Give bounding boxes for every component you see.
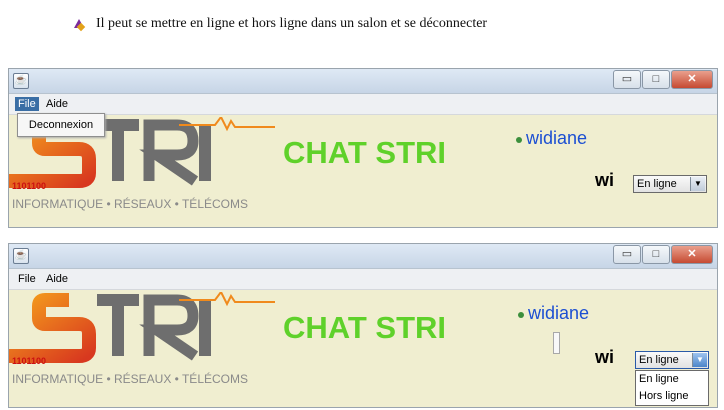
arrow-bullet-icon xyxy=(72,17,86,31)
chat-window-status-open: ☕ ▭ □ ✕ File Aide 1101100 INFORMATIQUE •… xyxy=(8,243,718,408)
menu-item-deconnexion[interactable]: Deconnexion xyxy=(17,113,105,137)
minimize-button[interactable]: ▭ xyxy=(613,245,641,264)
status-dropdown-list: En ligne Hors ligne xyxy=(635,370,709,406)
online-dot-icon xyxy=(516,137,522,143)
close-button[interactable]: ✕ xyxy=(671,245,713,264)
current-login: wi xyxy=(595,170,615,190)
text-cursor-icon xyxy=(553,332,560,354)
chat-window-file-menu-open: ☕ ▭ □ ✕ File Aide Deconnexion 1101100 IN… xyxy=(8,68,718,228)
status-select[interactable]: En ligne ▼ xyxy=(633,175,707,193)
status-selected-value: En ligne xyxy=(637,178,677,190)
logo-tagline: INFORMATIQUE • RÉSEAUX • TÉLÉCOMS xyxy=(12,197,248,211)
current-login: wi xyxy=(595,347,615,367)
document-caption: Il peut se mettre en ligne et hors ligne… xyxy=(72,14,487,34)
stri-logo: 1101100 INFORMATIQUE • RÉSEAUX • TÉLÉCOM… xyxy=(9,292,279,400)
menu-aide[interactable]: Aide xyxy=(43,97,71,111)
window-controls: ▭ □ ✕ xyxy=(613,70,713,89)
status-select[interactable]: En ligne ▼ xyxy=(635,351,709,369)
chevron-down-icon[interactable]: ▼ xyxy=(692,353,707,367)
title-bar[interactable]: ☕ ▭ □ ✕ xyxy=(9,69,717,94)
java-cup-icon[interactable]: ☕ xyxy=(13,248,29,264)
online-user[interactable]: widiane xyxy=(528,303,589,324)
maximize-button[interactable]: □ xyxy=(642,70,670,89)
online-user[interactable]: widiane xyxy=(526,128,587,149)
java-cup-icon[interactable]: ☕ xyxy=(13,73,29,89)
chevron-down-icon[interactable]: ▼ xyxy=(690,177,705,191)
menu-file[interactable]: File xyxy=(15,272,39,286)
close-button[interactable]: ✕ xyxy=(671,70,713,89)
online-dot-icon xyxy=(518,312,524,318)
chat-panel: 1101100 INFORMATIQUE • RÉSEAUX • TÉLÉCOM… xyxy=(9,290,717,407)
logo-tagline: INFORMATIQUE • RÉSEAUX • TÉLÉCOMS xyxy=(12,372,248,386)
menu-aide[interactable]: Aide xyxy=(43,272,71,286)
status-option-en-ligne[interactable]: En ligne xyxy=(636,371,708,388)
chat-title: CHAT STRI xyxy=(283,135,447,170)
title-bar[interactable]: ☕ ▭ □ ✕ xyxy=(9,244,717,269)
status-selected-value: En ligne xyxy=(639,354,679,366)
status-option-hors-ligne[interactable]: Hors ligne xyxy=(636,388,708,405)
chat-panel: 1101100 INFORMATIQUE • RÉSEAUX • TÉLÉCOM… xyxy=(9,115,717,227)
menu-bar: File Aide xyxy=(9,269,717,290)
caption-text: Il peut se mettre en ligne et hors ligne… xyxy=(96,16,488,31)
logo-binary: 1101100 xyxy=(12,356,47,366)
window-controls: ▭ □ ✕ xyxy=(613,245,713,264)
menu-bar: File Aide xyxy=(9,94,717,115)
chat-title: CHAT STRI xyxy=(283,310,447,345)
minimize-button[interactable]: ▭ xyxy=(613,70,641,89)
maximize-button[interactable]: □ xyxy=(642,245,670,264)
logo-binary: 1101100 xyxy=(12,181,47,191)
menu-file[interactable]: File xyxy=(15,97,39,111)
